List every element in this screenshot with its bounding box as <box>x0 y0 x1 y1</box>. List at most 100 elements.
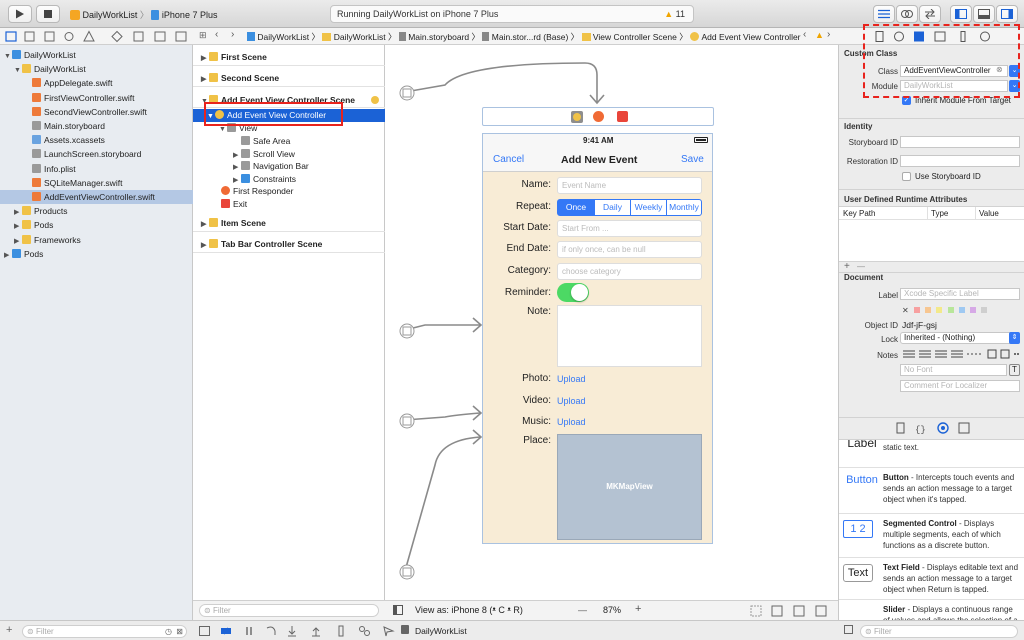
version-editor-button[interactable] <box>919 5 941 23</box>
related-items-icon[interactable]: ⊞ <box>199 30 207 41</box>
navigator-filter-field[interactable]: ⊜ Filter ◷ ⊠ <box>22 625 187 638</box>
font-picker-icon[interactable]: T <box>1009 364 1020 376</box>
lock-select[interactable]: Inherited - (Nothing) <box>900 332 1020 344</box>
category-field[interactable]: choose category <box>557 263 702 280</box>
disclosure-right-icon[interactable]: ▶ <box>201 239 209 252</box>
outline-item[interactable]: Safe Area <box>193 135 385 148</box>
clock-icon[interactable]: ◷ <box>165 626 172 637</box>
font-field[interactable]: No Font <box>900 364 1007 376</box>
debug-target-label[interactable]: DailyWorkList <box>415 626 467 636</box>
disclosure-right-icon[interactable]: ▶ <box>4 249 12 263</box>
crumb-storyboard[interactable]: Main.storyboard <box>408 32 469 42</box>
runtime-attributes-table[interactable]: Key Path Type Value <box>839 206 1024 262</box>
crumb-view-controller[interactable]: Add Event View Controller <box>701 32 800 42</box>
debug-controls-icons[interactable] <box>199 625 399 637</box>
outline-filter-field[interactable]: ⊜ Filter <box>199 604 379 617</box>
zoom-in-button[interactable]: + <box>635 603 641 615</box>
library-item[interactable]: 1 2 Segmented Control - Displays multiple… <box>839 514 1024 558</box>
navigator-item[interactable]: SecondViewController.swift <box>0 105 193 119</box>
navigator-item[interactable]: AppDelegate.swift <box>0 76 193 90</box>
add-attribute-button[interactable]: + <box>844 261 850 272</box>
disclosure-right-icon[interactable]: ▶ <box>201 73 209 86</box>
navigator-item[interactable]: LaunchScreen.storyboard <box>0 147 193 161</box>
back-button[interactable]: ‹ <box>215 29 218 40</box>
repeat-monthly-segment[interactable]: Monthly <box>666 199 702 216</box>
outline-toggle-icon[interactable] <box>393 605 403 615</box>
outline-item[interactable]: ▶ First Scene <box>193 51 385 64</box>
library-item[interactable]: Label static text. <box>839 440 1024 468</box>
disclosure-right-icon[interactable]: ▶ <box>201 52 209 65</box>
crumb-group[interactable]: DailyWorkList <box>334 32 386 42</box>
crumb-base[interactable]: Main.stor...rd (Base) <box>492 32 569 42</box>
navigator-item[interactable]: ▶ Pods <box>0 218 193 232</box>
color-labels[interactable]: ✕ <box>902 306 988 315</box>
repeat-once-segment[interactable]: Once <box>557 199 595 216</box>
outline-item[interactable]: Exit <box>193 198 385 211</box>
music-upload-button[interactable]: Upload <box>557 417 586 427</box>
run-button[interactable] <box>8 5 32 23</box>
toggle-inspector-button[interactable] <box>996 5 1018 23</box>
view-controller-dock-icon[interactable] <box>571 111 583 123</box>
remove-attribute-button[interactable]: — <box>857 262 865 271</box>
library-filter-field[interactable]: ⊜ Filter <box>860 625 1018 638</box>
navigator-item[interactable]: FirstViewController.swift <box>0 91 193 105</box>
note-text-view[interactable] <box>557 305 702 367</box>
library-tab-icons[interactable]: {} <box>839 422 1024 436</box>
stop-button[interactable] <box>36 5 60 23</box>
navigator-item[interactable]: Main.storyboard <box>0 119 193 133</box>
start-date-field[interactable]: Start From ... <box>557 220 702 237</box>
library-item[interactable]: Slider - Displays a continuous range of … <box>839 600 1024 620</box>
outline-item[interactable]: First Responder <box>193 185 385 198</box>
outline-item[interactable]: ▶ Item Scene <box>193 217 385 230</box>
grid-view-icon[interactable] <box>844 625 853 634</box>
scm-filter-icon[interactable]: ⊠ <box>176 626 183 637</box>
navigator-item[interactable]: ▼ DailyWorkList <box>0 48 193 62</box>
navigator-item[interactable]: AddEventViewController.swift <box>0 190 193 204</box>
library-item[interactable]: Button Button - Intercepts touch events a… <box>839 468 1024 514</box>
warning-indicator[interactable]: ▲ 11 <box>664 9 685 19</box>
no-color-icon[interactable]: ✕ <box>902 306 909 315</box>
library-item[interactable]: Text Text Field - Displays editable text … <box>839 558 1024 600</box>
outline-item[interactable]: ▶ Navigation Bar <box>193 160 385 173</box>
save-button[interactable]: Save <box>681 154 704 165</box>
map-view[interactable]: MKMapView <box>557 434 702 540</box>
toggle-navigator-button[interactable] <box>950 5 972 23</box>
reminder-switch[interactable] <box>557 283 589 302</box>
storyboard-id-field[interactable] <box>900 136 1020 148</box>
assistant-editor-button[interactable] <box>896 5 918 23</box>
repeat-weekly-segment[interactable]: Weekly <box>630 199 667 216</box>
navigator-item[interactable]: Assets.xcassets <box>0 133 193 147</box>
layout-tools-icons[interactable] <box>750 605 835 617</box>
end-date-field[interactable]: if only once, can be null <box>557 241 702 258</box>
restoration-id-field[interactable] <box>900 155 1020 167</box>
photo-upload-button[interactable]: Upload <box>557 374 586 384</box>
localizer-comment-field[interactable]: Comment For Localizer <box>900 380 1020 392</box>
add-file-button[interactable]: + <box>6 624 12 636</box>
standard-editor-button[interactable] <box>873 5 895 23</box>
doc-label-field[interactable]: Xcode Specific Label <box>900 288 1020 300</box>
outline-item[interactable]: ▶ Second Scene <box>193 72 385 85</box>
next-issue-button[interactable]: › <box>827 29 830 40</box>
disclosure-right-icon[interactable]: ▶ <box>201 218 209 231</box>
exit-dock-icon[interactable] <box>617 111 628 122</box>
first-responder-dock-icon[interactable] <box>593 111 604 122</box>
use-storyboard-id-checkbox[interactable] <box>902 172 911 181</box>
navigator-item[interactable]: ▼ DailyWorkList <box>0 62 193 76</box>
navigator-item[interactable]: ▶ Products <box>0 204 193 218</box>
video-upload-button[interactable]: Upload <box>557 396 586 406</box>
view-as-label[interactable]: View as: iPhone 8 (ᵜ C ᵜ R) <box>415 605 523 615</box>
repeat-daily-segment[interactable]: Daily <box>594 199 631 216</box>
forward-button[interactable]: › <box>231 29 234 40</box>
crumb-scene[interactable]: View Controller Scene <box>593 32 677 42</box>
outline-item[interactable]: ▶ Tab Bar Controller Scene <box>193 238 385 251</box>
notes-format-icons[interactable] <box>902 349 1022 361</box>
toggle-debug-button[interactable] <box>973 5 995 23</box>
scheme-selector[interactable]: DailyWorkList 〉 iPhone 7 Plus <box>70 8 217 21</box>
prev-issue-button[interactable]: ‹ <box>803 29 806 40</box>
warning-icon[interactable]: ▲ <box>815 30 824 40</box>
navigator-item[interactable]: SQLiteManager.swift <box>0 176 193 190</box>
cancel-button[interactable]: Cancel <box>493 154 524 165</box>
name-field[interactable]: Event Name <box>557 177 702 194</box>
lock-stepper-icon[interactable]: ⇕ <box>1009 332 1020 344</box>
add-event-scene[interactable]: 9:41 AM Cancel Add New Event Save Name: … <box>482 133 713 544</box>
